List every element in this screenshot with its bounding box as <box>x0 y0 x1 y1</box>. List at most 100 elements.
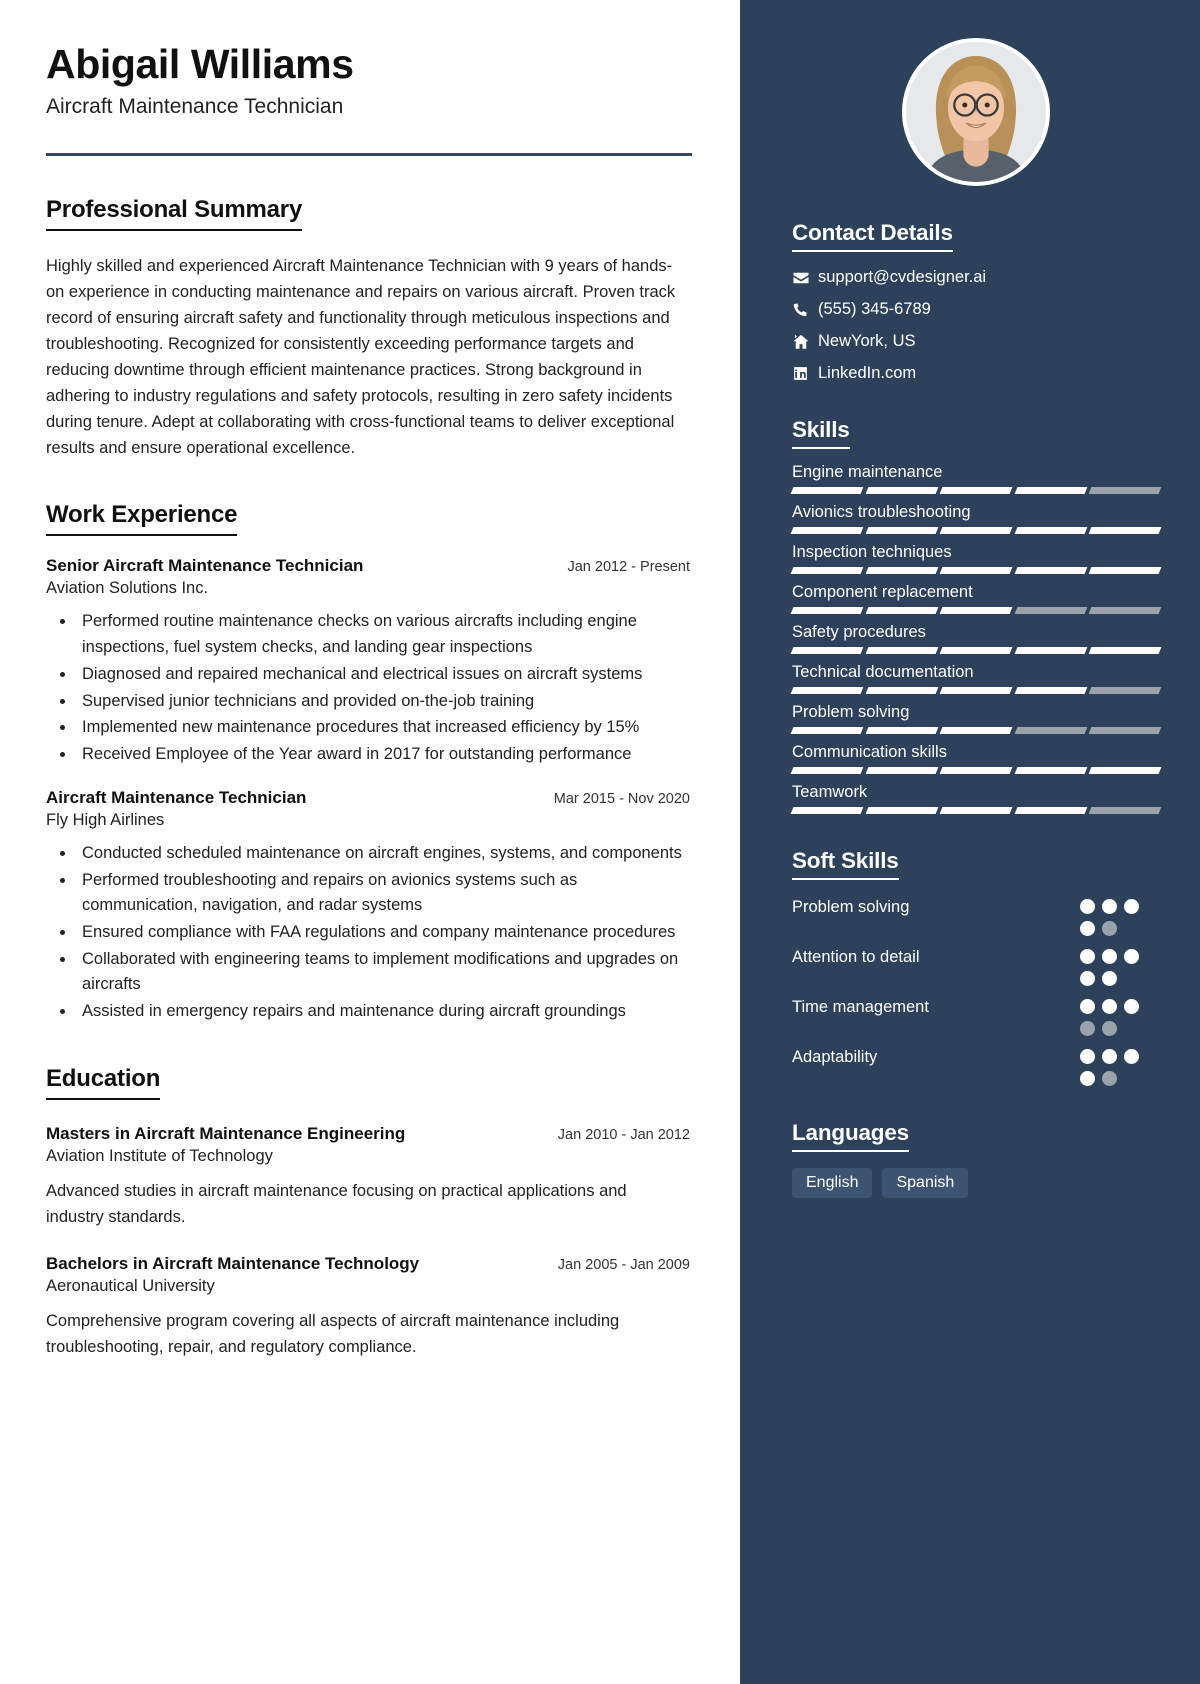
home-icon <box>792 333 818 351</box>
contact-row[interactable]: NewYork, US <box>792 332 1160 351</box>
summary-text: Highly skilled and experienced Aircraft … <box>46 256 676 458</box>
section-languages: Languages English Spanish <box>792 1120 1160 1198</box>
skill-item: Technical documentation <box>790 663 1162 694</box>
work-bullet: Received Employee of the Year award in 2… <box>76 742 690 768</box>
skill-segment <box>865 567 938 574</box>
skill-name: Avionics troubleshooting <box>792 503 971 521</box>
envelope-icon <box>792 269 818 287</box>
language-pill: Spanish <box>882 1168 969 1198</box>
skill-segment <box>939 727 1013 734</box>
skill-segment <box>790 607 864 614</box>
work-bullets: Conducted scheduled maintenance on aircr… <box>76 841 690 1025</box>
skill-name: Communication skills <box>792 743 947 761</box>
linkedin-icon <box>792 365 818 382</box>
soft-skill-dot <box>1080 949 1095 964</box>
skill-name: Technical documentation <box>792 663 974 681</box>
soft-skill-rating <box>1080 994 1160 1036</box>
skill-item: Avionics troubleshooting <box>790 503 1162 534</box>
skills-list: Engine maintenance Avionics troubleshoot… <box>790 463 1162 814</box>
soft-skill-dot <box>1080 921 1095 936</box>
skill-level-bar <box>790 807 1162 814</box>
soft-skill-name: Adaptability <box>792 1048 878 1066</box>
education-entry: Masters in Aircraft Maintenance Engineer… <box>46 1124 690 1230</box>
skill-segment <box>1014 607 1087 614</box>
work-bullet: Collaborated with engineering teams to i… <box>76 947 690 998</box>
soft-skill-dot <box>1102 899 1117 914</box>
skill-segment <box>1088 607 1162 614</box>
work-organization: Aviation Solutions Inc. <box>46 579 209 598</box>
section-contact-details: Contact Details support@cvdesigner.ai (5… <box>792 220 1160 383</box>
soft-skill-row: Adaptability <box>792 1044 1160 1086</box>
skill-segment <box>865 727 938 734</box>
skill-segment <box>1014 727 1087 734</box>
section-education: Education Masters in Aircraft Maintenanc… <box>46 1065 690 1360</box>
candidate-name: Abigail Williams <box>46 41 354 87</box>
work-date: Mar 2015 - Nov 2020 <box>553 790 690 807</box>
education-date: Jan 2010 - Jan 2012 <box>557 1126 690 1143</box>
main-column: Abigail Williams Aircraft Maintenance Te… <box>0 0 740 1684</box>
education-entry-header: Masters in Aircraft Maintenance Engineer… <box>46 1124 690 1144</box>
soft-skill-name: Time management <box>792 998 929 1016</box>
section-work-experience: Work Experience Senior Aircraft Maintena… <box>46 501 690 1025</box>
skill-segment <box>1014 527 1087 534</box>
work-role: Aircraft Maintenance Technician <box>46 787 307 807</box>
avatar-wrap <box>792 38 1160 186</box>
skill-level-bar <box>790 487 1162 494</box>
skill-name: Safety procedures <box>792 623 926 641</box>
skill-item: Problem solving <box>790 703 1162 734</box>
section-title-education: Education <box>46 1065 160 1100</box>
work-bullet: Assisted in emergency repairs and mainte… <box>76 999 690 1025</box>
skill-segment <box>790 727 864 734</box>
skill-segment <box>939 607 1013 614</box>
skill-segment <box>939 487 1013 494</box>
work-bullet: Ensured compliance with FAA regulations … <box>76 920 690 946</box>
skill-segment <box>1014 687 1087 694</box>
skill-segment <box>939 687 1013 694</box>
skill-segment <box>1088 807 1162 814</box>
section-skills: Skills Engine maintenance Avionics troub… <box>790 417 1162 814</box>
education-date: Jan 2005 - Jan 2009 <box>557 1257 690 1274</box>
skill-item: Engine maintenance <box>790 463 1162 494</box>
skill-segment <box>1014 807 1087 814</box>
skill-segment <box>1088 727 1162 734</box>
skill-name: Inspection techniques <box>792 543 952 561</box>
section-title-work: Work Experience <box>46 501 238 537</box>
education-degree: Masters in Aircraft Maintenance Engineer… <box>46 1123 406 1143</box>
soft-skill-name: Problem solving <box>792 898 910 916</box>
soft-skill-dot <box>1102 1071 1117 1086</box>
education-school: Aviation Institute of Technology <box>46 1146 273 1165</box>
contact-row[interactable]: LinkedIn.com <box>792 364 1160 383</box>
skill-level-bar <box>790 567 1162 574</box>
contact-row[interactable]: (555) 345-6789 <box>792 300 1160 319</box>
education-entry-header: Bachelors in Aircraft Maintenance Techno… <box>46 1254 690 1274</box>
skill-segment <box>1088 767 1162 774</box>
soft-skill-dot <box>1124 949 1139 964</box>
skill-segment <box>939 807 1013 814</box>
phone-icon <box>792 301 818 318</box>
resume-page: Abigail Williams Aircraft Maintenance Te… <box>0 0 1200 1684</box>
work-entry-header: Senior Aircraft Maintenance Technician J… <box>46 556 690 576</box>
soft-skill-dot <box>1102 971 1117 986</box>
header-divider <box>46 152 692 156</box>
skill-segment <box>865 647 938 654</box>
soft-skill-row: Attention to detail <box>792 944 1160 986</box>
contact-row[interactable]: support@cvdesigner.ai <box>792 268 1160 287</box>
section-title-summary: Professional Summary <box>46 196 302 231</box>
skill-item: Component replacement <box>790 583 1162 614</box>
work-bullet: Conducted scheduled maintenance on aircr… <box>76 841 690 867</box>
skill-segment <box>939 527 1013 534</box>
work-bullet: Diagnosed and repaired mechanical and el… <box>76 662 690 688</box>
soft-skill-dot <box>1080 1071 1095 1086</box>
section-title-contact: Contact Details <box>792 220 953 252</box>
work-entry: Senior Aircraft Maintenance Technician J… <box>46 556 690 767</box>
soft-skill-rating <box>1080 894 1160 936</box>
work-bullet: Performed troubleshooting and repairs on… <box>76 868 690 919</box>
work-entries: Senior Aircraft Maintenance Technician J… <box>46 556 690 1025</box>
section-professional-summary: Professional Summary Highly skilled and … <box>46 196 690 462</box>
soft-skill-row: Time management <box>792 994 1160 1036</box>
language-pill: English <box>792 1168 873 1198</box>
skill-segment <box>790 647 864 654</box>
skill-segment <box>1088 487 1162 494</box>
soft-skill-dot <box>1080 999 1095 1014</box>
work-bullets: Performed routine maintenance checks on … <box>76 609 690 767</box>
